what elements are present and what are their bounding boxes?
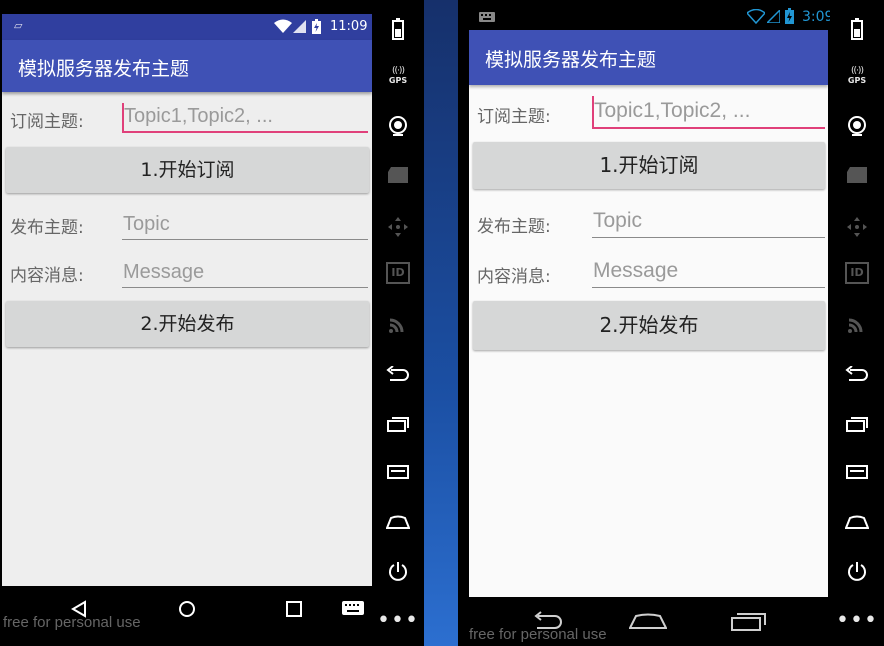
wifi-icon (274, 19, 292, 33)
subscribe-topics-input[interactable]: Topic1,Topic2, ... (122, 103, 368, 133)
phone-screen: ▱ 11:09 模拟服务器发布主题 订阅主题: Topic1,Topic2, .… (2, 14, 372, 586)
watermark-text: free for personal use (469, 626, 607, 643)
media-tool-icon[interactable] (846, 166, 868, 184)
home-icon[interactable] (629, 613, 667, 629)
sd-card-icon: ▱ (14, 19, 23, 32)
back-tool-icon[interactable] (845, 366, 869, 384)
keyboard-icon[interactable] (342, 601, 364, 615)
power-tool-icon[interactable] (387, 561, 409, 583)
signal-icon (767, 10, 780, 23)
status-time: 11:09 (330, 19, 368, 34)
left-emulator-window: ▱ 11:09 模拟服务器发布主题 订阅主题: Topic1,Topic2, .… (0, 0, 424, 646)
status-bar: 3:09 (469, 4, 833, 30)
gps-label: GPS (847, 76, 867, 85)
desktop-background (424, 0, 458, 646)
signal-icon (293, 20, 306, 33)
subscribe-topic-label: 订阅主题: (10, 112, 84, 132)
power-tool-icon[interactable] (846, 561, 868, 583)
camera-tool-icon[interactable] (846, 115, 868, 137)
publish-topic-input[interactable]: Topic (122, 210, 368, 240)
publish-topic-label: 发布主题: (477, 217, 551, 237)
media-tool-icon[interactable] (387, 166, 409, 184)
publish-topic-input[interactable]: Topic (592, 206, 825, 238)
recents-tool-icon[interactable] (387, 416, 409, 432)
emulator-toolbar: ((·)) GPS ID ••• (830, 0, 884, 646)
camera-tool-icon[interactable] (387, 115, 409, 137)
emulator-toolbar: ((·)) GPS ID ••• (372, 0, 424, 646)
recents-tool-icon[interactable] (846, 416, 868, 432)
right-emulator-window: 3:09 模拟服务器发布主题 订阅主题: Topic1,Topic2, ... … (458, 0, 884, 646)
start-publish-button[interactable]: 2.开始发布 (6, 301, 369, 347)
more-tool-icon[interactable]: ••• (377, 608, 419, 633)
rss-tool-icon[interactable] (847, 314, 867, 334)
message-label: 内容消息: (10, 266, 84, 286)
battery-icon (312, 19, 321, 34)
more-tool-icon[interactable]: ••• (836, 608, 878, 633)
main-content: 订阅主题: Topic1,Topic2, ... 1.开始订阅 发布主题: To… (2, 92, 372, 586)
message-input[interactable]: Message (122, 258, 368, 288)
back-tool-icon[interactable] (386, 366, 410, 384)
battery-tool-icon[interactable] (851, 18, 863, 40)
id-tool-icon[interactable]: ID (386, 262, 410, 284)
dpad-tool-icon[interactable] (387, 216, 409, 238)
gps-tool-icon[interactable]: ((·)) GPS (378, 66, 418, 85)
status-time: 3:09 (802, 9, 834, 25)
app-bar: 模拟服务器发布主题 (469, 30, 828, 85)
home-tool-icon[interactable] (386, 515, 410, 529)
status-bar: ▱ 11:09 (2, 14, 372, 40)
phone-screen: 模拟服务器发布主题 订阅主题: Topic1,Topic2, ... 1.开始订… (469, 30, 828, 597)
rss-tool-icon[interactable] (388, 314, 408, 334)
subscribe-topic-label: 订阅主题: (477, 107, 551, 127)
battery-icon (785, 8, 794, 24)
app-bar: 模拟服务器发布主题 (2, 40, 372, 92)
recents-icon[interactable] (731, 611, 767, 631)
menu-tool-icon[interactable] (846, 465, 868, 479)
battery-tool-icon[interactable] (392, 18, 404, 40)
id-tool-icon[interactable]: ID (845, 262, 869, 284)
gps-label: GPS (388, 76, 408, 85)
dpad-tool-icon[interactable] (846, 216, 868, 238)
keyboard-status-icon (479, 12, 495, 22)
publish-topic-label: 发布主题: (10, 218, 84, 238)
watermark-text: free for personal use (3, 614, 141, 631)
subscribe-topics-input[interactable]: Topic1,Topic2, ... (592, 96, 825, 129)
start-subscribe-button[interactable]: 1.开始订阅 (473, 142, 825, 189)
app-title: 模拟服务器发布主题 (485, 49, 657, 71)
app-title: 模拟服务器发布主题 (18, 58, 190, 80)
start-subscribe-button[interactable]: 1.开始订阅 (6, 147, 369, 193)
wifi-icon (747, 9, 765, 24)
message-input[interactable]: Message (592, 256, 825, 288)
message-label: 内容消息: (477, 267, 551, 287)
gps-tool-icon[interactable]: ((·)) GPS (837, 66, 877, 85)
menu-tool-icon[interactable] (387, 465, 409, 479)
main-content: 订阅主题: Topic1,Topic2, ... 1.开始订阅 发布主题: To… (469, 85, 828, 597)
home-icon[interactable] (178, 600, 196, 618)
home-tool-icon[interactable] (845, 515, 869, 529)
recents-icon[interactable] (286, 601, 302, 617)
start-publish-button[interactable]: 2.开始发布 (473, 301, 825, 350)
